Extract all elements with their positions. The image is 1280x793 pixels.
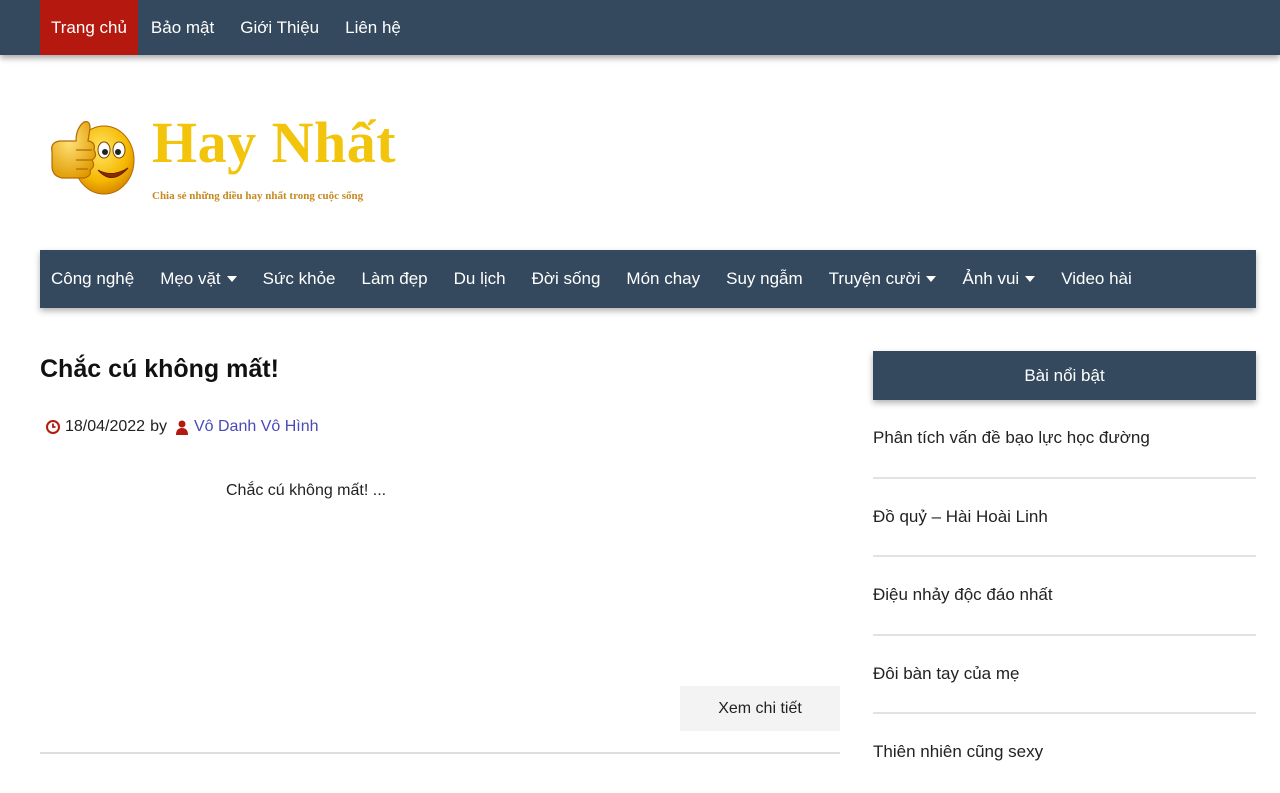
post-excerpt: Chắc cú không mất! ... [226,482,387,499]
featured-post-link[interactable]: Phân tích vấn đề bạo lực học đường [873,400,1256,479]
top-menu-item-about[interactable]: Giới Thiệu [227,0,332,55]
category-item-funny-photos[interactable]: Ảnh vui [949,250,1048,308]
user-icon [175,420,189,435]
category-item-beauty[interactable]: Làm đẹp [348,250,440,308]
logo-tagline: Chia sẻ những điều hay nhất trong cuộc s… [152,190,364,202]
top-menu-item-security[interactable]: Bảo mật [138,0,227,55]
post-date: 18/04/2022 [65,418,146,435]
category-item-funny-videos[interactable]: Video hài [1048,250,1145,308]
post-meta: 18/04/2022 by Vô Danh Vô Hình [45,418,319,436]
top-menu-item-home[interactable]: Trang chủ [40,0,138,55]
featured-post-link[interactable]: Điệu nhảy độc đáo nhất [873,557,1256,636]
category-label: Video hài [1061,269,1132,288]
site-logo[interactable]: Hay Nhất Chia sẻ những điều hay nhất tro… [46,108,436,213]
top-menu-item-contact[interactable]: Liên hệ [332,0,414,55]
read-more-button[interactable]: Xem chi tiết [680,686,840,731]
category-label: Mẹo vặt [160,269,221,288]
post-by-label: by [150,418,167,435]
featured-posts-heading: Bài nổi bật [873,351,1256,400]
category-label: Làm đẹp [361,269,428,288]
caret-down-icon [926,276,937,282]
category-item-travel[interactable]: Du lịch [441,250,519,308]
thumbs-up-smiley-icon [51,121,135,195]
category-label: Món chay [626,269,701,288]
post-title[interactable]: Chắc cú không mất! [40,355,279,384]
caret-down-icon [226,276,237,282]
featured-posts-list: Phân tích vấn đề bạo lực học đường Đồ qu… [873,400,1256,793]
category-label: Suy ngẫm [726,269,803,288]
category-item-health[interactable]: Sức khỏe [250,250,349,308]
clock-icon [45,419,61,435]
caret-down-icon [1025,276,1036,282]
featured-post-link[interactable]: Thiên nhiên cũng sexy [873,714,1256,793]
logo-title: Hay Nhất [152,110,397,175]
category-label: Du lịch [453,269,506,288]
category-label: Sức khỏe [262,269,336,288]
category-label: Ảnh vui [962,269,1020,288]
category-item-life[interactable]: Đời sống [519,250,614,308]
category-label: Truyện cười [828,269,921,288]
category-item-technology[interactable]: Công nghệ [40,250,147,308]
top-navbar: Trang chủ Bảo mật Giới Thiệu Liên hệ [0,0,1280,55]
category-menu: Công nghệ Mẹo vặt Sức khỏe Làm đẹp Du lị… [40,250,1256,308]
category-item-jokes[interactable]: Truyện cười [816,250,950,308]
category-label: Công nghệ [51,269,135,288]
category-navbar: Công nghệ Mẹo vặt Sức khỏe Làm đẹp Du lị… [40,250,1256,308]
category-label: Đời sống [531,269,601,288]
top-menu: Trang chủ Bảo mật Giới Thiệu Liên hệ [40,0,1280,55]
category-item-reflection[interactable]: Suy ngẫm [713,250,816,308]
featured-post-link[interactable]: Đôi bàn tay của mẹ [873,636,1256,714]
category-item-vegetarian[interactable]: Món chay [613,250,713,308]
post-author-link[interactable]: Vô Danh Vô Hình [194,418,319,436]
featured-post-link[interactable]: Đồ quỷ – Hài Hoài Linh [873,479,1256,557]
post-divider [40,752,840,754]
category-item-tips[interactable]: Mẹo vặt [147,250,249,308]
